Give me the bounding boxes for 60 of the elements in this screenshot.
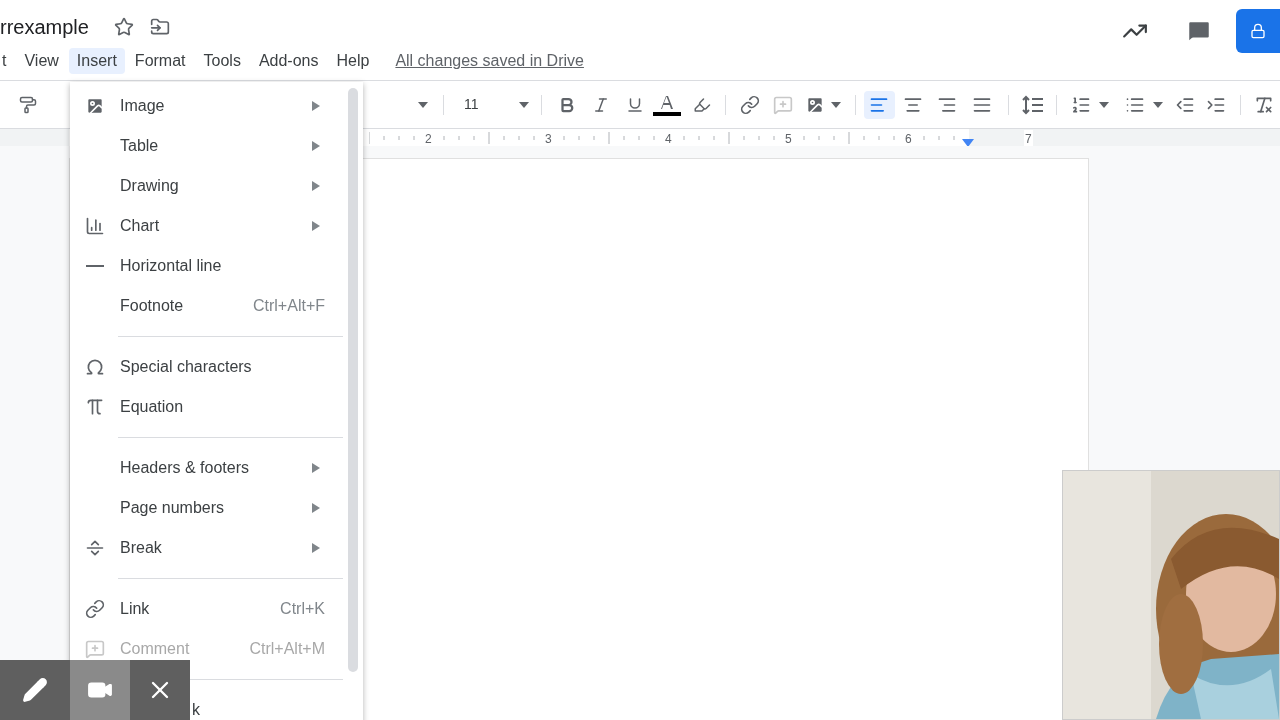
- font-size-dropdown[interactable]: 11: [454, 90, 531, 119]
- comment-icon: [772, 94, 793, 115]
- folder-icon[interactable]: [149, 17, 170, 37]
- break-icon: [85, 538, 105, 558]
- submenu-arrow-icon: [312, 221, 320, 231]
- link-icon: [85, 599, 105, 619]
- menu-item[interactable]: Equation: [70, 387, 363, 427]
- caret-icon: [830, 101, 841, 108]
- caret-icon: [518, 101, 529, 108]
- menu-item[interactable]: Footnote Ctrl+Alt+F: [70, 286, 363, 326]
- menu-item[interactable]: Format: [126, 48, 194, 74]
- line-spacing-icon: [1021, 94, 1044, 115]
- submenu-arrow-icon: [312, 141, 320, 151]
- submenu-arrow-icon: [312, 101, 320, 111]
- menu-item[interactable]: Page numbers: [70, 488, 363, 528]
- menu-item[interactable]: Drawing: [70, 166, 363, 206]
- link-icon: [739, 94, 760, 115]
- menu-item[interactable]: Link Ctrl+K: [70, 589, 363, 629]
- lock-icon: [1250, 23, 1266, 39]
- chart-icon: [85, 216, 105, 236]
- underline-icon: [626, 95, 645, 114]
- text-color-icon: [652, 93, 681, 116]
- submenu-arrow-icon: [312, 503, 320, 513]
- menu-item[interactable]: Help: [328, 48, 378, 74]
- close-button[interactable]: [130, 660, 190, 720]
- submenu-arrow-icon: [312, 181, 320, 191]
- caret-icon: [1153, 101, 1164, 108]
- comment-icon: [85, 639, 105, 659]
- menu-item[interactable]: k: [192, 698, 200, 720]
- image-icon: [85, 96, 105, 116]
- menu-item[interactable]: Tools: [195, 48, 249, 74]
- line-icon: [86, 265, 104, 267]
- menu-item[interactable]: View: [16, 48, 67, 74]
- omega-icon: [85, 357, 105, 377]
- caret-icon: [418, 101, 429, 108]
- menu-item[interactable]: Add-ons: [250, 48, 327, 74]
- menu-item[interactable]: Special characters: [70, 347, 363, 387]
- menu-item[interactable]: Break: [70, 528, 363, 568]
- pi-icon: [85, 397, 105, 417]
- menu-item[interactable]: Image: [70, 86, 363, 126]
- caret-icon: [1099, 101, 1110, 108]
- align-left-button[interactable]: [863, 90, 895, 119]
- menu-item[interactable]: t: [0, 48, 15, 74]
- submenu-arrow-icon: [312, 543, 320, 553]
- document-title[interactable]: rrexample: [0, 6, 89, 42]
- menu-item[interactable]: Table: [70, 126, 363, 166]
- draw-button[interactable]: [0, 660, 70, 720]
- star-icon[interactable]: [113, 17, 134, 37]
- camera-button[interactable]: [70, 660, 130, 720]
- pencil-icon: [22, 677, 48, 703]
- paint-format-icon: [18, 95, 37, 114]
- share-button[interactable]: [1236, 9, 1280, 53]
- menu-item[interactable]: Headers & footers: [70, 448, 363, 488]
- menu-item[interactable]: Horizontal line: [70, 246, 363, 286]
- scrollbar-thumb[interactable]: [348, 88, 358, 672]
- menu-item[interactable]: Insert: [68, 48, 125, 74]
- highlight-icon: [692, 95, 711, 114]
- menu-item[interactable]: Chart: [70, 206, 363, 246]
- submenu-arrow-icon: [312, 463, 320, 473]
- save-status-link[interactable]: All changes saved in Drive: [395, 49, 584, 73]
